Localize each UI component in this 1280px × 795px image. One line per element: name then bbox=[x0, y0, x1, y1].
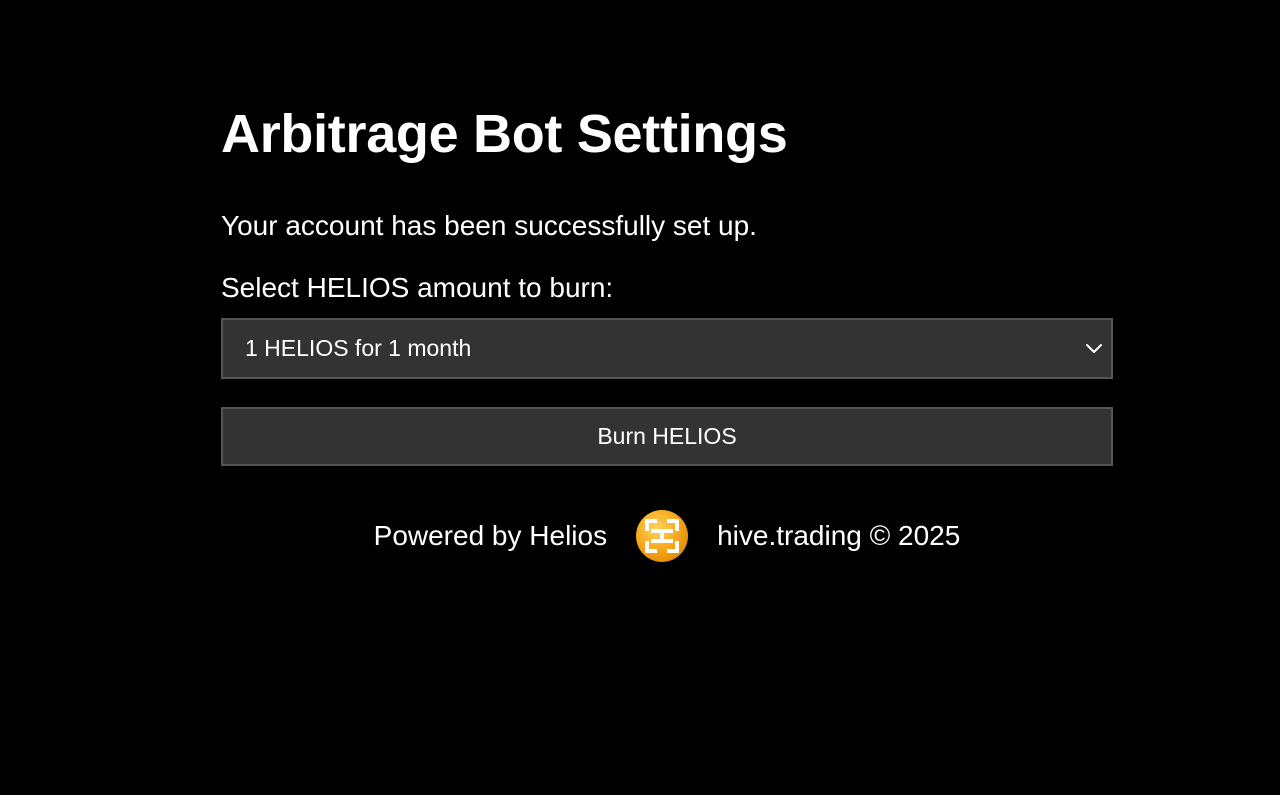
helios-logo-icon bbox=[636, 510, 689, 562]
page: Arbitrage Bot Settings Your account has … bbox=[0, 0, 1280, 795]
page-title: Arbitrage Bot Settings bbox=[221, 104, 788, 164]
powered-by-text: Powered by Helios bbox=[373, 520, 608, 551]
copyright-text: hive.trading © 2025 bbox=[717, 520, 961, 551]
burn-amount-select[interactable]: 1 HELIOS for 1 month bbox=[221, 318, 1113, 379]
settings-panel: Arbitrage Bot Settings Your account has … bbox=[221, 100, 1113, 566]
select-label: Select HELIOS amount to burn: bbox=[221, 272, 614, 303]
burn-helios-button[interactable]: Burn HELIOS bbox=[221, 407, 1113, 466]
chevron-down-icon bbox=[1086, 344, 1102, 353]
footer: Powered by Helios hive.trading © 2025 bbox=[221, 506, 1113, 566]
status-message: Your account has been successfully set u… bbox=[221, 210, 757, 241]
selected-option: 1 HELIOS for 1 month bbox=[245, 335, 472, 361]
